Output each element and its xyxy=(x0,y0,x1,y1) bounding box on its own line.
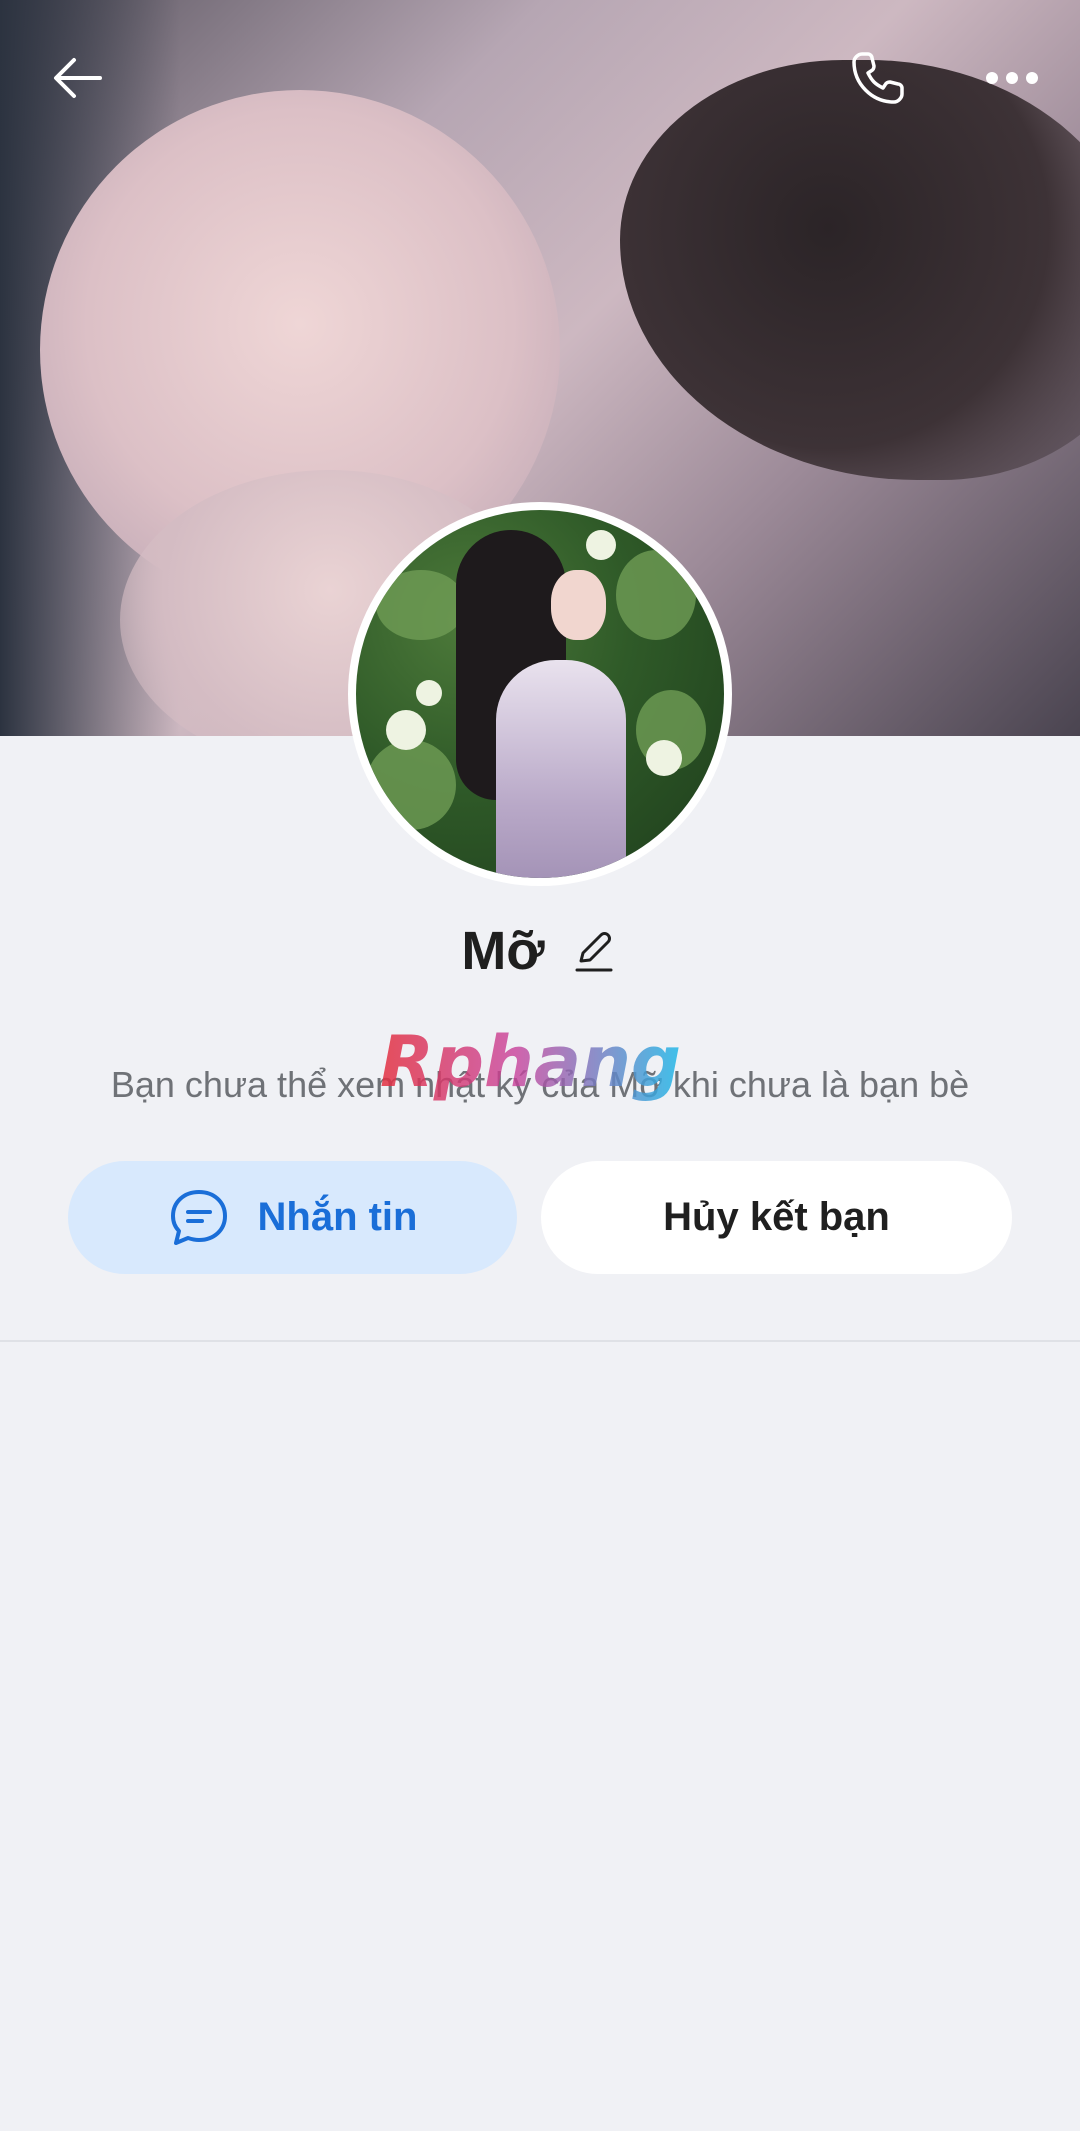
chat-bubble-icon xyxy=(170,1189,227,1245)
message-button[interactable]: Nhắn tin xyxy=(68,1161,517,1274)
profile-name: Mỡ xyxy=(461,921,545,981)
pencil-icon xyxy=(575,932,613,972)
more-horizontal-icon xyxy=(986,72,1038,84)
profile-name-row: Mỡ xyxy=(0,920,1080,982)
unfriend-button-label: Hủy kết bạn xyxy=(663,1195,890,1239)
watermark-logo: Rphang xyxy=(380,1021,681,1103)
section-divider xyxy=(0,1340,1080,1342)
more-button[interactable] xyxy=(964,30,1060,126)
edit-name-button[interactable] xyxy=(567,925,619,977)
arrow-left-icon xyxy=(54,58,102,98)
back-button[interactable] xyxy=(30,30,126,126)
message-button-label: Nhắn tin xyxy=(257,1195,418,1239)
call-button[interactable] xyxy=(830,30,926,126)
avatar[interactable] xyxy=(348,502,732,886)
avatar-image xyxy=(356,510,724,878)
phone-icon xyxy=(852,52,904,104)
unfriend-button[interactable]: Hủy kết bạn xyxy=(541,1161,1012,1274)
svg-text:Rphang: Rphang xyxy=(380,1021,681,1103)
